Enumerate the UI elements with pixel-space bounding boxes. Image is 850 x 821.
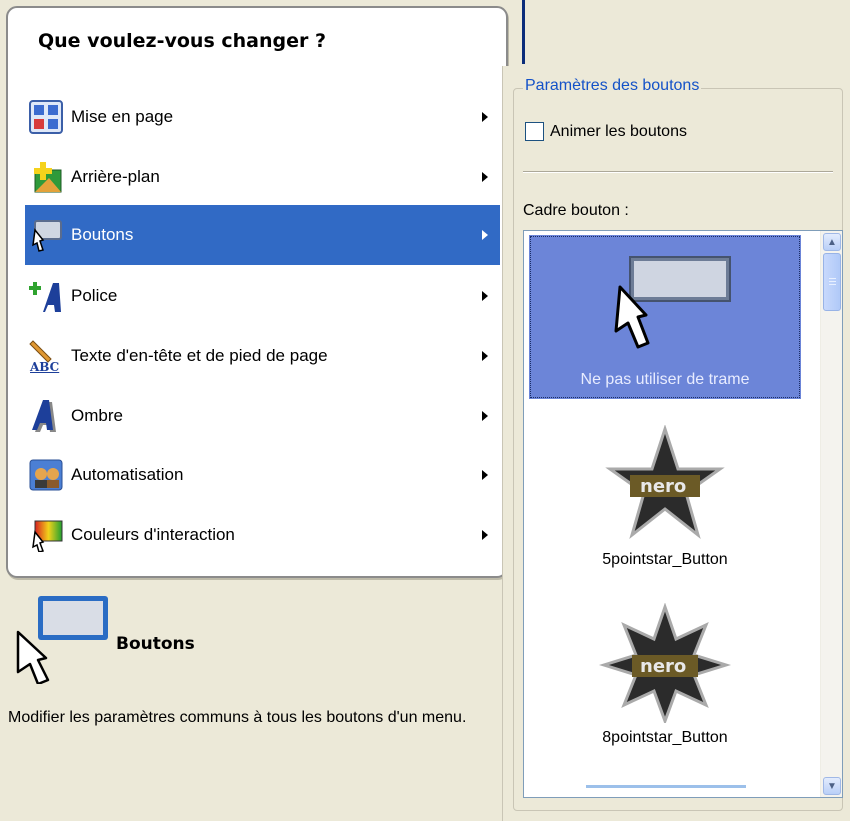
frame-option-5pointstar[interactable]: nero 5pointstar_Button [529,415,801,585]
submenu-arrow-icon [482,172,488,182]
menu-title: Que voulez-vous changer ? [38,30,327,52]
info-description: Modifier les paramètres communs à tous l… [8,709,467,726]
scroll-thumb[interactable] [823,253,841,311]
menu-item-buttons[interactable]: Boutons [25,205,500,265]
menu-item-interaction-colors[interactable]: Couleurs d'interaction [25,505,500,565]
menu-item-label: Police [71,286,118,305]
animate-buttons-option[interactable]: Animer les boutons [525,122,687,141]
frame-option-8pointstar[interactable]: nero 8pointstar_Button [529,593,801,763]
menu-item-background[interactable]: Arrière-plan [25,147,500,207]
frame-option-label: 8pointstar_Button [602,729,728,746]
submenu-arrow-icon [482,351,488,361]
menu-item-label: Ombre [71,406,123,425]
svg-text:ABC: ABC [29,360,59,373]
submenu-arrow-icon [482,230,488,240]
frame-option-label: 5pointstar_Button [602,551,728,568]
info-title: Boutons [116,634,195,654]
frame-option-label: Ne pas utiliser de trame [580,371,750,388]
background-icon [29,160,63,194]
submenu-arrow-icon [482,112,488,122]
eight-point-star-icon: nero [590,602,740,726]
buttons-large-icon [10,592,110,686]
group-title: Paramètres des boutons [523,77,702,95]
chevron-down-icon: ▼ [827,780,837,792]
submenu-arrow-icon [482,411,488,421]
layout-icon [29,100,63,134]
button-settings-panel: Paramètres des boutons Animer les bouton… [502,66,850,821]
automation-icon [29,458,63,492]
next-item-preview [586,785,746,788]
separator [523,171,833,173]
chevron-up-icon: ▲ [827,236,837,248]
menu-item-label: Arrière-plan [71,167,160,186]
menu-item-header-footer[interactable]: ABC Texte d'en-tête et de pied de page [25,326,500,386]
menu-item-label: Boutons [71,225,134,244]
svg-text:nero: nero [640,476,686,497]
menu-item-automation[interactable]: Automatisation [25,445,500,505]
frame-option-none[interactable]: Ne pas utiliser de trame [529,235,801,399]
five-point-star-icon: nero [590,424,740,545]
frame-list-scrollbar[interactable]: ▲ ▼ [820,231,842,797]
scroll-down-button[interactable]: ▼ [823,777,841,795]
no-frame-preview-icon [590,245,740,365]
menu-item-label: Automatisation [71,465,184,484]
change-menu-panel: Que voulez-vous changer ? Mise en page A… [6,6,508,578]
menu-item-label: Couleurs d'interaction [71,525,235,544]
menu-item-font[interactable]: Police [25,266,500,326]
svg-text:nero: nero [640,656,686,677]
menu-item-label: Texte d'en-tête et de pied de page [71,346,328,365]
menu-item-layout[interactable]: Mise en page [25,87,500,147]
buttons-icon [29,218,63,252]
frame-listbox[interactable]: Ne pas utiliser de trame nero 5pointstar… [523,230,843,798]
menu-item-label: Mise en page [71,107,174,126]
submenu-arrow-icon [482,530,488,540]
submenu-arrow-icon [482,291,488,301]
frame-label: Cadre bouton : [523,202,629,219]
font-icon [29,279,63,313]
submenu-arrow-icon [482,470,488,480]
menu-item-shadow[interactable]: Ombre [25,386,500,446]
shadow-icon [29,399,63,433]
interaction-colors-icon [29,518,63,553]
animate-buttons-checkbox[interactable] [525,122,544,141]
scroll-up-button[interactable]: ▲ [823,233,841,251]
animate-buttons-label: Animer les boutons [550,122,687,140]
window-divider [522,0,525,64]
header-footer-icon: ABC [29,339,63,374]
